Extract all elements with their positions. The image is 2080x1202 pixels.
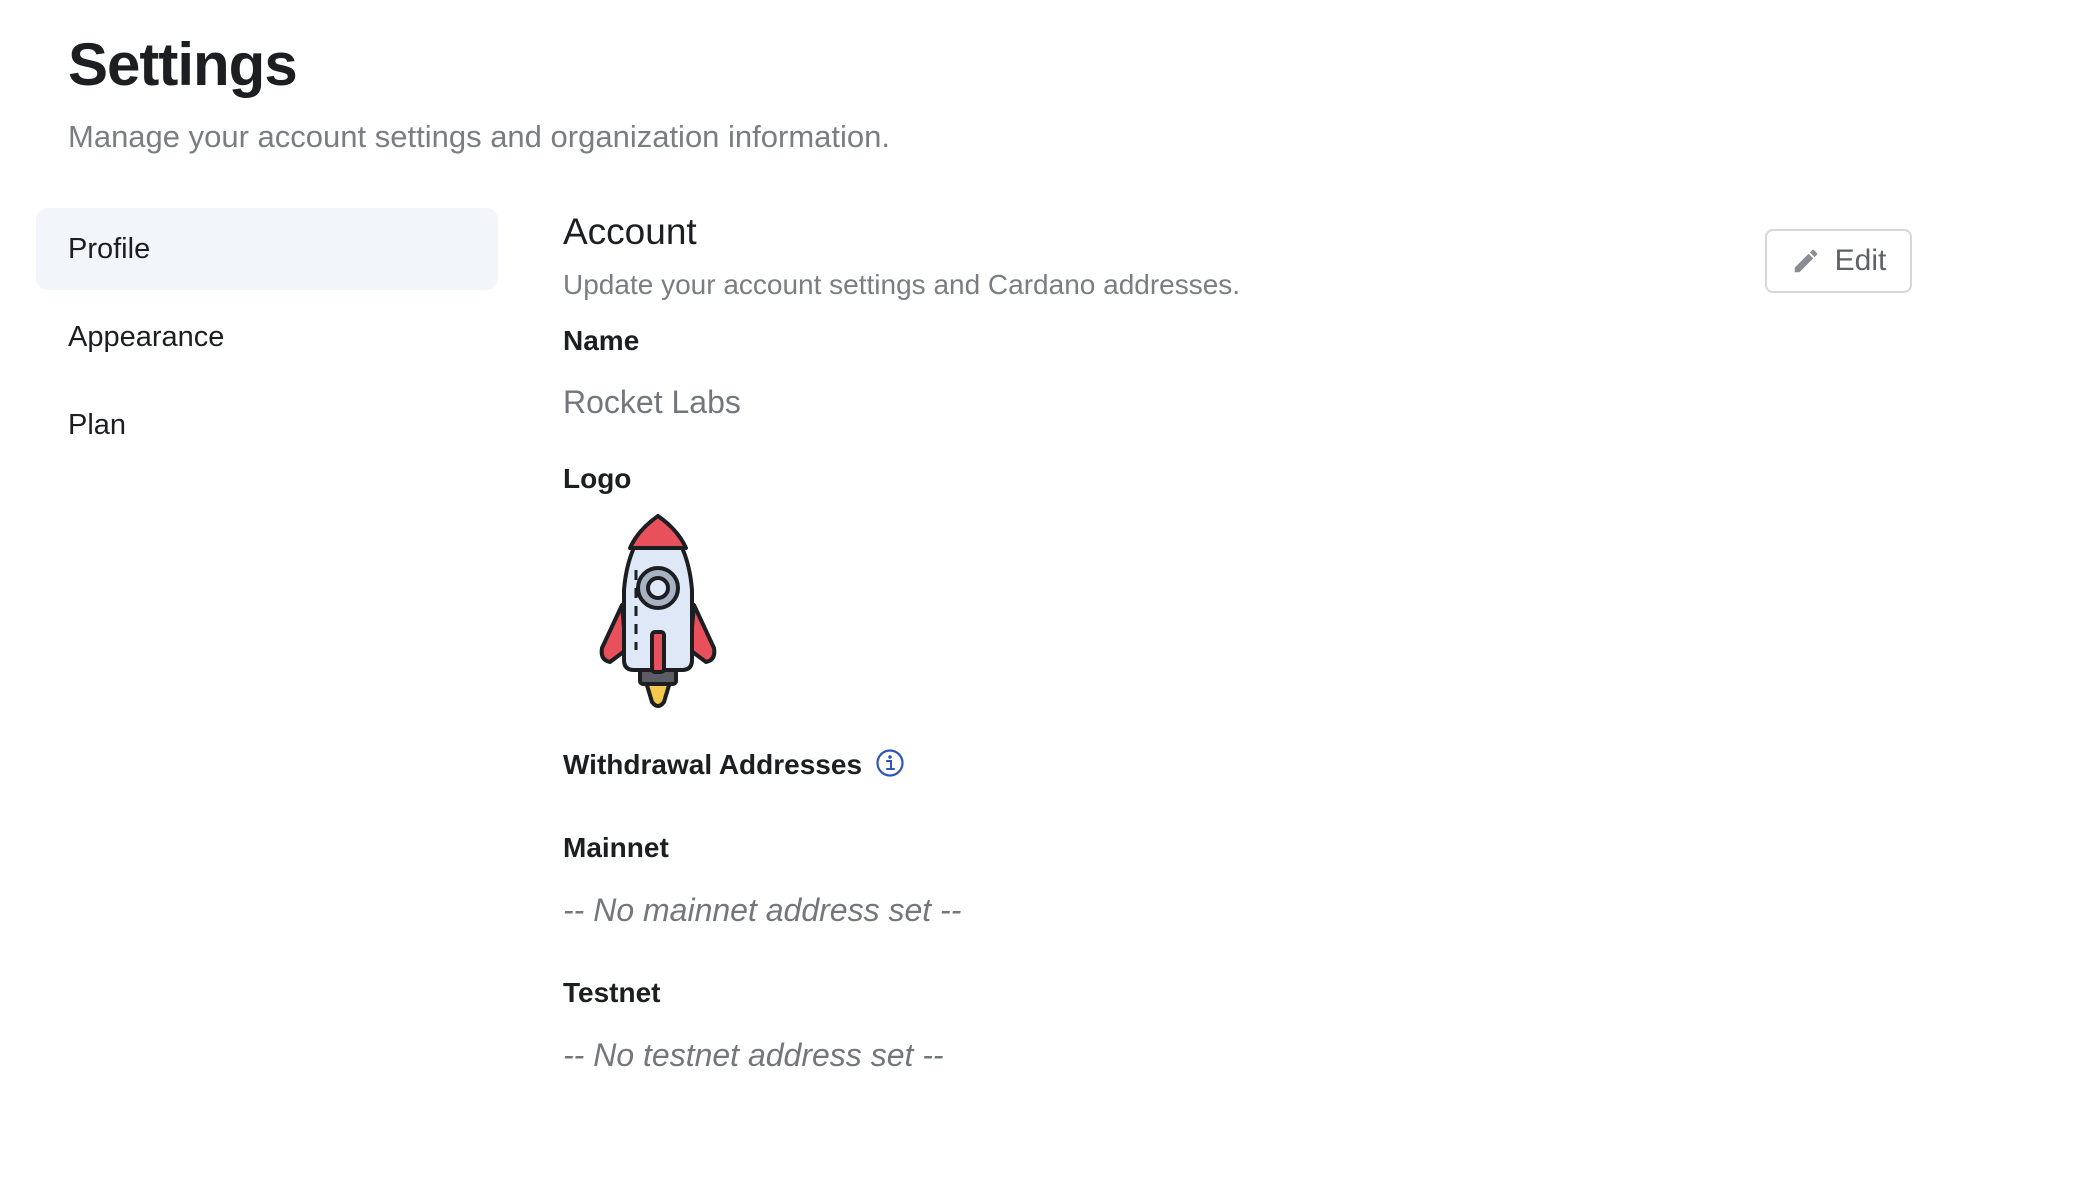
sidebar-item-label: Profile [68,232,151,265]
withdrawal-addresses-label: Withdrawal Addresses [563,749,863,780]
section-description: Update your account settings and Cardano… [563,269,1241,301]
sidebar-item-label: Plan [68,408,127,441]
pencil-icon [1791,246,1821,276]
page-title: Settings [68,31,298,98]
info-icon[interactable] [875,748,905,778]
sidebar-item-label: Appearance [68,320,225,353]
sidebar-item-appearance[interactable]: Appearance [36,296,498,378]
page-subtitle: Manage your account settings and organiz… [68,119,890,154]
account-section-header: Account Update your account settings and… [563,210,1923,302]
mainnet-label: Mainnet [563,832,669,863]
name-label: Name [563,325,640,356]
section-title: Account [563,211,697,252]
testnet-label: Testnet [563,977,661,1008]
settings-sidebar: Profile Appearance Plan [36,208,498,472]
mainnet-address-value: -- No mainnet address set -- [563,892,962,928]
sidebar-item-plan[interactable]: Plan [36,384,498,466]
settings-page: Settings Manage your account settings an… [0,0,2080,1202]
name-value: Rocket Labs [563,384,741,420]
edit-button[interactable]: Edit [1765,229,1912,293]
sidebar-item-profile[interactable]: Profile [36,208,498,290]
logo-label: Logo [563,463,632,494]
edit-button-label: Edit [1834,244,1887,277]
rocket-icon [588,510,728,710]
testnet-address-value: -- No testnet address set -- [563,1037,944,1073]
